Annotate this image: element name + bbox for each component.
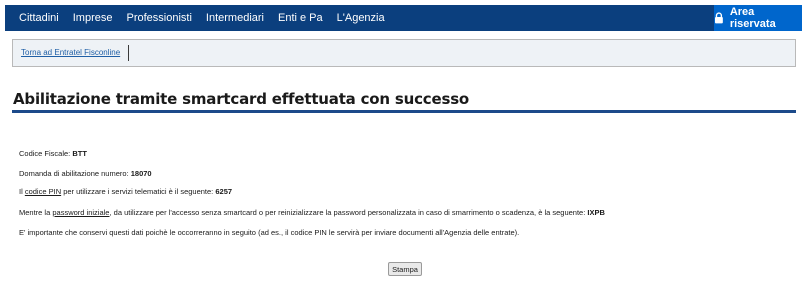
page-title: Abilitazione tramite smartcard effettuat… — [13, 90, 470, 108]
nav-item-cittadini[interactable]: Cittadini — [5, 5, 66, 31]
title-divider — [12, 110, 796, 113]
back-bar: Torna ad Entratel Fisconline — [12, 39, 796, 67]
pin-suffix: per utilizzare i servizi telematici è il… — [61, 187, 216, 196]
pin-value: 6257 — [215, 187, 233, 196]
password-line: Mentre la password iniziale, da utilizza… — [19, 208, 605, 217]
domanda-value: 18070 — [130, 169, 152, 178]
area-riservata-label: Area riservata — [729, 6, 776, 30]
nav-item-intermediari[interactable]: Intermediari — [199, 5, 271, 31]
password-value: IXPB — [587, 208, 605, 217]
domanda-line: Domanda di abilitazione numero: 18070 — [19, 169, 152, 178]
top-navigation-bar: Cittadini Imprese Professionisti Interme… — [5, 5, 802, 31]
nav-item-enti-e-pa[interactable]: Enti e Pa — [271, 5, 330, 31]
pin-line: Il codice PIN per utilizzare i servizi t… — [19, 187, 232, 196]
note-line: E' importante che conservi questi dati p… — [19, 228, 520, 237]
back-to-entratel-link[interactable]: Torna ad Entratel Fisconline — [21, 48, 120, 57]
lock-icon — [714, 12, 723, 24]
area-riservata-button[interactable]: Area riservata — [714, 5, 802, 31]
password-iniziale-link[interactable]: password iniziale — [52, 208, 109, 217]
nav-item-agenzia[interactable]: L'Agenzia — [330, 5, 392, 31]
domanda-label: Domanda di abilitazione numero: — [19, 169, 131, 178]
codice-fiscale-line: Codice Fiscale: BTT — [19, 149, 87, 158]
codice-fiscale-value: BTT — [72, 149, 87, 158]
back-bar-separator — [128, 45, 129, 61]
password-prefix: Mentre la — [19, 208, 53, 217]
nav-item-professionisti[interactable]: Professionisti — [120, 5, 199, 31]
print-button[interactable]: Stampa — [388, 262, 422, 276]
nav-item-imprese[interactable]: Imprese — [66, 5, 120, 31]
codice-pin-link[interactable]: codice PIN — [25, 187, 61, 196]
password-suffix: , da utilizzare per l'accesso senza smar… — [109, 208, 588, 217]
codice-fiscale-label: Codice Fiscale: — [19, 149, 73, 158]
